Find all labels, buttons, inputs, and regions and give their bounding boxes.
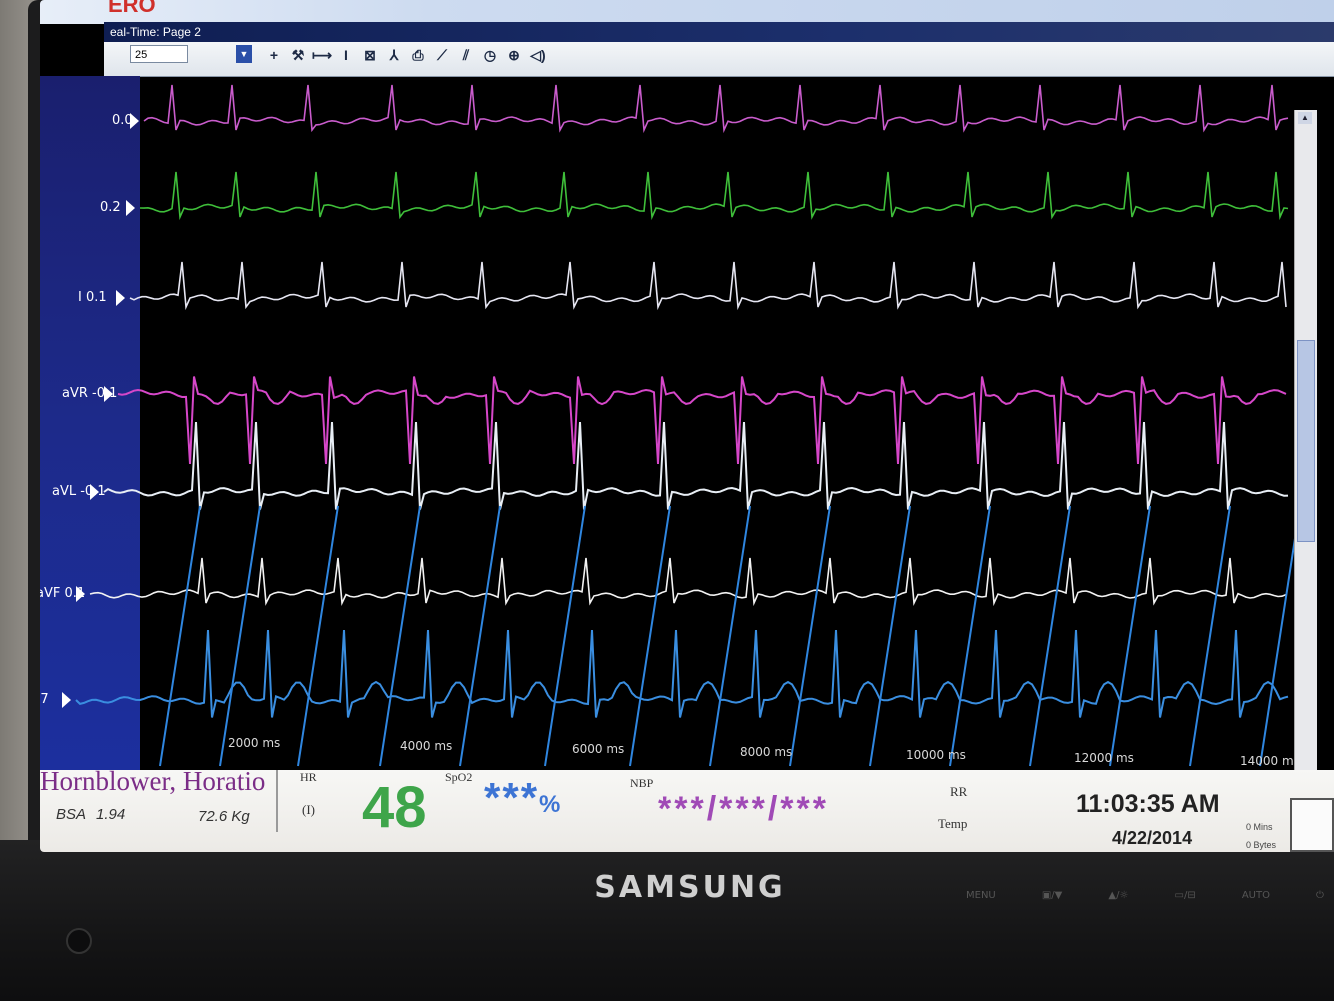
monitor-size-button[interactable]: ▭/⊟ — [1169, 890, 1202, 910]
app-logo-fragment: ERO — [108, 0, 156, 17]
ecg-trace — [103, 421, 1289, 510]
spo2-value: ***% — [484, 774, 562, 822]
time-axis-label: 6000 ms — [572, 742, 625, 756]
monitor-screen: ERO eal-Time: Page 2 25 ▼ + ⚒ ⟼ I ⊠ ⅄ ⎙ … — [40, 0, 1334, 852]
ecg-trace — [129, 261, 1287, 311]
ecg-spike — [379, 505, 421, 767]
monitor-menu-button[interactable]: MENU — [960, 890, 1002, 910]
bsa-label: BSA — [56, 806, 87, 823]
monitor-brightness-button[interactable]: ▲/☼ — [1102, 890, 1134, 910]
ecg-spike — [789, 505, 831, 767]
disk-icon[interactable] — [1290, 798, 1334, 852]
lead-marker-icon[interactable] — [62, 692, 71, 708]
patient-bsa: BSA 1.94 — [56, 806, 125, 823]
clock-time: 11:03:35 AM — [1076, 790, 1220, 818]
time-axis-label: 12000 ms — [1074, 751, 1134, 765]
zoom-select[interactable]: 25 — [130, 45, 188, 63]
printer-icon[interactable]: ⎙ — [408, 46, 428, 64]
nbp-label: NBP — [630, 776, 654, 790]
monitor-power-button[interactable]: ⏻ — [1310, 890, 1330, 910]
app-top-strip: ERO — [40, 0, 1334, 24]
ecg-trace — [89, 557, 1287, 607]
hr-label: HR — [300, 770, 317, 784]
zoom-dropdown-button[interactable]: ▼ — [236, 45, 252, 63]
time-axis-label: 10000 ms — [906, 748, 966, 762]
scroll-up-icon[interactable]: ▲ — [1298, 112, 1312, 124]
window-titlebar: eal-Time: Page 2 — [104, 22, 1334, 42]
calipers-icon[interactable]: ⅄ — [384, 46, 404, 64]
lead-marker-icon[interactable] — [116, 290, 125, 306]
lead-label: I 0.1 — [78, 290, 107, 305]
ecg-spike — [1109, 505, 1151, 767]
ecg-waveforms — [75, 84, 1294, 767]
ecg-waveform-area — [40, 76, 1334, 770]
time-axis-label: 8000 ms — [740, 745, 793, 759]
clock-date: 4/22/2014 — [1112, 828, 1193, 848]
plus-icon[interactable]: + — [264, 46, 284, 64]
ecg-spike — [1189, 505, 1231, 767]
ecg-spike — [629, 505, 671, 767]
lead-label: 0.2 — [100, 200, 121, 215]
temp-label: Temp — [938, 816, 968, 831]
ecg-spike — [219, 505, 261, 767]
status-bar: Hornblower, Horatio BSA 1.94 72.6 Kg HR (… — [40, 766, 1334, 852]
ecg-trace — [139, 171, 1289, 221]
lead-marker-icon[interactable] — [104, 386, 113, 402]
scrollbar-thumb[interactable] — [1297, 340, 1315, 542]
lead-label: 0.7 — [40, 692, 49, 707]
h-cursor-icon[interactable]: ⟼ — [312, 46, 332, 64]
patient-weight: 72.6 Kg — [198, 808, 250, 825]
nbp-value: ***/***/*** — [658, 790, 829, 828]
monitor-brand-logo: SAMSUNG — [594, 870, 786, 905]
hr-value: 48 — [362, 775, 427, 840]
spo2-unit: % — [539, 791, 563, 818]
status-divider — [276, 770, 278, 832]
recording-bytes: 0 Bytes — [1246, 840, 1277, 850]
time-axis-label: 2000 ms — [228, 736, 281, 750]
target-icon[interactable]: ⊕ — [504, 46, 524, 64]
monitor-source-button[interactable]: ▣/▼ — [1036, 890, 1069, 910]
speaker-icon[interactable]: ◁) — [528, 46, 548, 64]
window-title: eal-Time: Page 2 — [110, 25, 201, 39]
spo2-reading: *** — [484, 774, 540, 821]
lead-marker-icon[interactable] — [90, 484, 99, 500]
ecg-spike — [949, 505, 991, 767]
toolbar-icon-group: + ⚒ ⟼ I ⊠ ⅄ ⎙ ⟋ ⫽ ◷ ⊕ ◁) — [264, 46, 548, 64]
lead-marker-icon[interactable] — [126, 200, 135, 216]
recording-minutes: 0 Mins — [1246, 822, 1273, 832]
clock-icon[interactable]: ◷ — [480, 46, 500, 64]
time-axis-label: 4000 ms — [400, 739, 453, 753]
patient-name: Hornblower, Horatio — [40, 766, 266, 796]
monitor-auto-button[interactable]: AUTO — [1236, 890, 1276, 910]
ecg-trace — [143, 84, 1289, 134]
ecg-trace — [75, 629, 1289, 718]
monitor-buttons: MENU ▣/▼ ▲/☼ ▭/⊟ AUTO ⏻ — [960, 890, 1330, 910]
lead-marker-icon[interactable] — [130, 113, 139, 129]
ecg-spike — [159, 505, 201, 767]
ecg-spike — [1259, 538, 1294, 767]
spo2-label: SpO2 — [445, 770, 473, 784]
bsa-value: 1.94 — [96, 806, 126, 823]
ecg-spike — [709, 505, 751, 767]
ruler-icon[interactable]: ⟋ — [432, 46, 452, 64]
lead-marker-icon[interactable] — [76, 586, 85, 602]
ecg-spike — [459, 505, 501, 767]
double-ruler-icon[interactable]: ⫽ — [456, 46, 476, 64]
monitor-bezel-bottom — [0, 840, 1334, 1001]
ecg-trace — [117, 376, 1287, 465]
v-cursor-icon[interactable]: I — [336, 46, 356, 64]
ecg-spike — [297, 505, 339, 767]
ecg-spike — [869, 505, 911, 767]
time-axis-label: 14000 ms — [1240, 754, 1300, 768]
hr-lead: (I) — [302, 802, 315, 817]
tool-icon[interactable]: ⚒ — [288, 46, 308, 64]
ecg-spike — [544, 505, 586, 767]
vertical-scrollbar[interactable]: ▲ ▼ — [1294, 110, 1317, 790]
toolbar: 25 ▼ + ⚒ ⟼ I ⊠ ⅄ ⎙ ⟋ ⫽ ◷ ⊕ ◁) — [104, 42, 1334, 77]
ecg-spike — [1029, 505, 1071, 767]
rr-label: RR — [950, 784, 968, 799]
monitor-knob — [66, 928, 92, 954]
cross-cursor-icon[interactable]: ⊠ — [360, 46, 380, 64]
